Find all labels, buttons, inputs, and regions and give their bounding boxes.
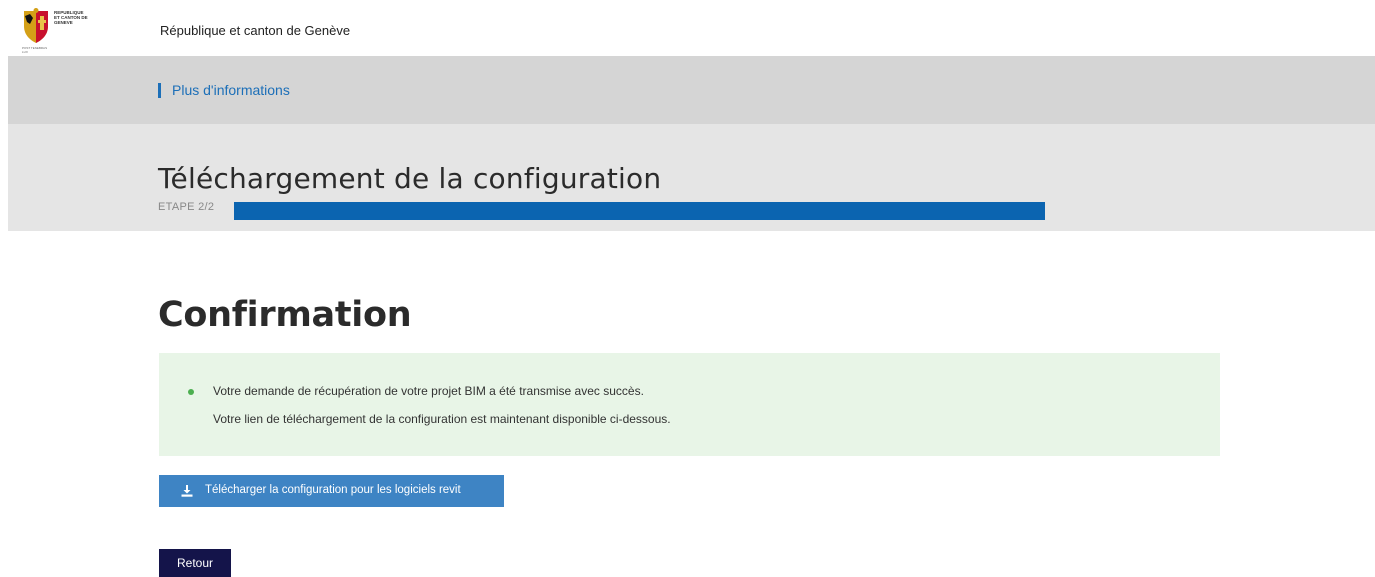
success-message: Votre demande de récupération de votre p… — [159, 353, 1220, 456]
progress-bar — [234, 202, 1045, 220]
back-button[interactable]: Retour — [159, 549, 231, 577]
progress-bar-fill — [234, 202, 1045, 220]
top-header: REPUBLIQUE ET CANTON DE GENEVE POST TENE… — [0, 0, 1375, 56]
page-title: Téléchargement de la configuration — [158, 162, 662, 195]
download-config-button[interactable]: Télécharger la configuration pour les lo… — [159, 475, 504, 507]
download-button-label: Télécharger la configuration pour les lo… — [205, 484, 461, 496]
info-bar: Plus d'informations — [8, 56, 1375, 124]
success-message-line: Votre demande de récupération de votre p… — [213, 384, 644, 398]
geneva-logo[interactable]: REPUBLIQUE ET CANTON DE GENEVE POST TENE… — [22, 8, 90, 54]
more-info-link[interactable]: Plus d'informations — [158, 83, 290, 98]
wizard-header: Téléchargement de la configuration ETAPE… — [8, 124, 1375, 231]
success-message-line: Votre lien de téléchargement de la confi… — [213, 412, 671, 426]
site-title[interactable]: République et canton de Genève — [160, 23, 350, 38]
success-dot-icon — [188, 389, 194, 395]
step-indicator: ETAPE 2/2 — [158, 201, 215, 213]
logo-motto: POST TENEBRAS LUX — [22, 46, 48, 54]
coat-of-arms-icon — [24, 8, 48, 43]
download-icon — [181, 485, 193, 497]
logo-text: REPUBLIQUE ET CANTON DE GENEVE — [54, 10, 88, 25]
section-title: Confirmation — [158, 295, 412, 335]
